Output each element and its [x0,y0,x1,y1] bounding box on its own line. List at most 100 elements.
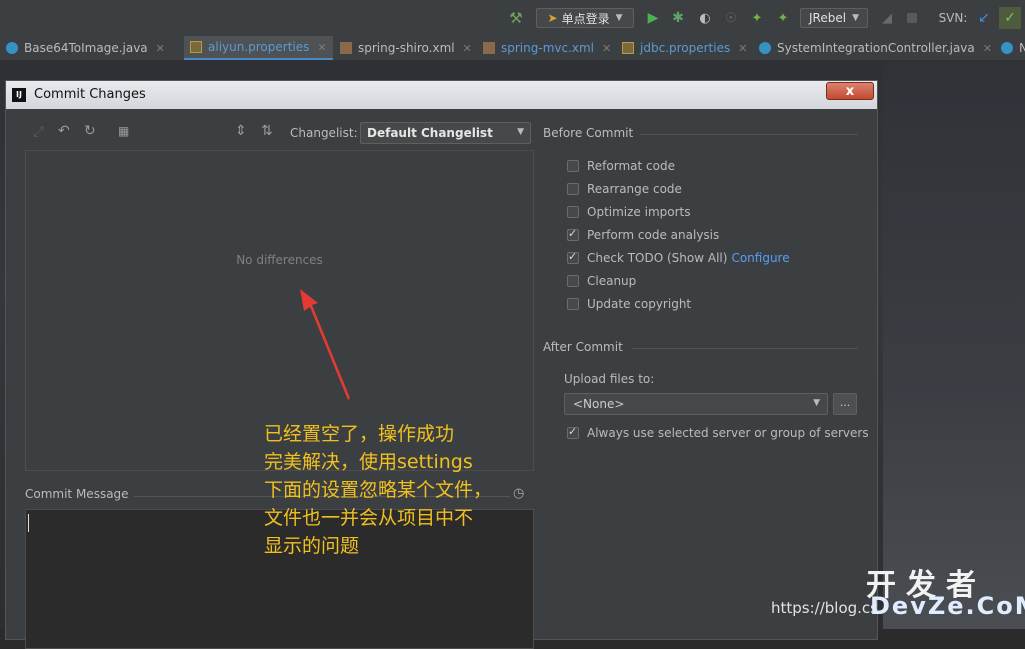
tab-aliyun-properties[interactable]: aliyun.properties ✕ [184,36,333,60]
editor-tabs: Base64ToImage.java ✕ aliyun.properties ✕… [0,36,1025,61]
svn-commit-icon[interactable]: ✓ [999,7,1021,29]
attach-icon[interactable]: ◢ [878,8,896,28]
option-label: Update copyright [587,297,692,311]
empty-state-text: No differences [236,253,323,267]
option-label: Reformat code [587,159,675,173]
jrebel-label: JRebel [809,11,847,25]
stop-icon[interactable] [904,8,920,28]
refresh-icon[interactable]: ↻ [84,123,96,139]
browse-servers-button[interactable]: ... [833,393,857,415]
option-label: Cleanup [587,274,637,288]
intellij-logo-icon: IJ [12,88,26,102]
tab-spring-mvc[interactable]: spring-mvc.xml ✕ [483,36,611,60]
build-hammer-icon[interactable]: ⚒ [506,8,526,28]
close-icon[interactable]: ✕ [317,41,326,54]
run-config-icon: ➤ [547,11,558,25]
rollback-icon[interactable]: ↶ [58,123,70,139]
tab-label: aliyun.properties [208,40,310,54]
upload-server-select[interactable]: <None> ▼ [564,393,828,415]
compare-icon[interactable]: ⤢ [33,124,44,140]
debug-icon[interactable]: ✱ [669,8,687,28]
checkbox[interactable] [567,250,579,264]
reformat-code-option[interactable]: Reformat code [567,157,675,175]
properties-icon [190,41,202,53]
watermark-url: https://blog.cs [771,599,878,617]
class-icon [759,42,771,54]
checkbox[interactable] [567,298,579,310]
dialog-title: Commit Changes [34,87,146,102]
run-config-label: 单点登录 [561,11,610,26]
checkbox[interactable] [567,227,579,241]
tab-label: N [1019,41,1025,55]
history-clock-icon[interactable]: ◷ [513,486,524,501]
text-caret [28,514,29,532]
cleanup-option[interactable]: Cleanup [567,272,636,290]
always-use-server-option[interactable]: Always use selected server or group of s… [567,424,869,442]
annotation-line: 显示的问题 [264,535,360,557]
run-icon[interactable]: ▶ [645,8,661,28]
tab-systemintegrationcontroller[interactable]: SystemIntegrationController.java ✕ [759,36,992,60]
chevron-down-icon: ▼ [852,13,859,23]
checkbox[interactable] [567,425,579,439]
tab-label: jdbc.properties [640,41,731,55]
tab-overflow[interactable]: N [1001,36,1025,60]
close-icon[interactable]: ✕ [463,42,472,55]
tab-label: SystemIntegrationController.java [777,41,975,55]
collapse-all-icon[interactable]: ⇅ [261,123,273,139]
jrebel-debug-icon[interactable]: ✦ [774,8,792,28]
checkbox[interactable] [567,160,579,172]
tab-base64toimage[interactable]: Base64ToImage.java ✕ [6,36,165,60]
checkbox[interactable] [567,206,579,218]
tab-jdbc-properties[interactable]: jdbc.properties ✕ [622,36,747,60]
close-icon[interactable]: ✕ [983,42,992,55]
annotation-arrow [300,289,350,400]
jrebel-select[interactable]: JRebel ▼ [800,8,868,28]
optimize-imports-option[interactable]: Optimize imports [567,203,691,221]
properties-icon [622,42,634,54]
commit-message-label: Commit Message [25,487,129,501]
xml-icon [340,42,352,54]
option-label: Optimize imports [587,205,691,219]
close-button[interactable]: x [826,82,874,100]
desktop-background [883,61,1025,629]
server-value: <None> [573,397,625,411]
checkbox[interactable] [567,275,579,287]
rearrange-code-option[interactable]: Rearrange code [567,180,682,198]
configure-link[interactable]: Configure [731,251,789,265]
run-config-select[interactable]: ➤ 单点登录 ▼ [536,8,634,28]
tab-label: spring-mvc.xml [501,41,595,55]
tab-label: spring-shiro.xml [358,41,455,55]
expand-all-icon[interactable]: ⇕ [235,123,247,139]
before-commit-title: Before Commit [543,126,634,140]
after-commit-title: After Commit [543,340,623,354]
divider [640,134,858,135]
close-icon[interactable]: ✕ [738,42,747,55]
changelist-label: Changelist: [290,126,358,140]
perform-code-analysis-option[interactable]: Perform code analysis [567,226,719,244]
check-todo-option[interactable]: Check TODO (Show All) Configure [567,249,790,267]
profile-icon[interactable]: ☉ [722,8,740,28]
class-icon [6,42,18,54]
jrebel-run-icon[interactable]: ✦ [748,8,766,28]
option-label: Check TODO (Show All) [587,251,728,265]
changelist-select[interactable]: Default Changelist ▼ [360,122,531,144]
tab-label: Base64ToImage.java [24,41,148,55]
main-toolbar: ⚒ ➤ 单点登录 ▼ ▶ ✱ ◐ ☉ ✦ ✦ JRebel ▼ ◢ SVN: ↙… [0,0,1025,36]
tab-spring-shiro[interactable]: spring-shiro.xml ✕ [340,36,472,60]
option-label: Rearrange code [587,182,682,196]
dialog-titlebar[interactable]: IJ Commit Changes x [6,81,877,109]
svn-update-icon[interactable]: ↙ [975,8,993,28]
checkbox[interactable] [567,183,579,195]
svn-label: SVN: [938,11,968,25]
chevron-down-icon: ▼ [517,127,524,137]
upload-files-label: Upload files to: [564,372,655,386]
annotation-line: 已经置空了，操作成功 [264,423,455,445]
group-by-icon[interactable]: ▦ [118,124,129,138]
red-arrow-shape [300,289,350,400]
xml-icon [483,42,495,54]
update-copyright-option[interactable]: Update copyright [567,295,691,313]
close-icon[interactable]: ✕ [602,42,611,55]
annotation-text: 已经置空了，操作成功 完美解决，使用settings 下面的设置忽略某个文件， … [264,420,514,560]
close-icon[interactable]: ✕ [156,42,165,55]
coverage-icon[interactable]: ◐ [696,8,714,28]
